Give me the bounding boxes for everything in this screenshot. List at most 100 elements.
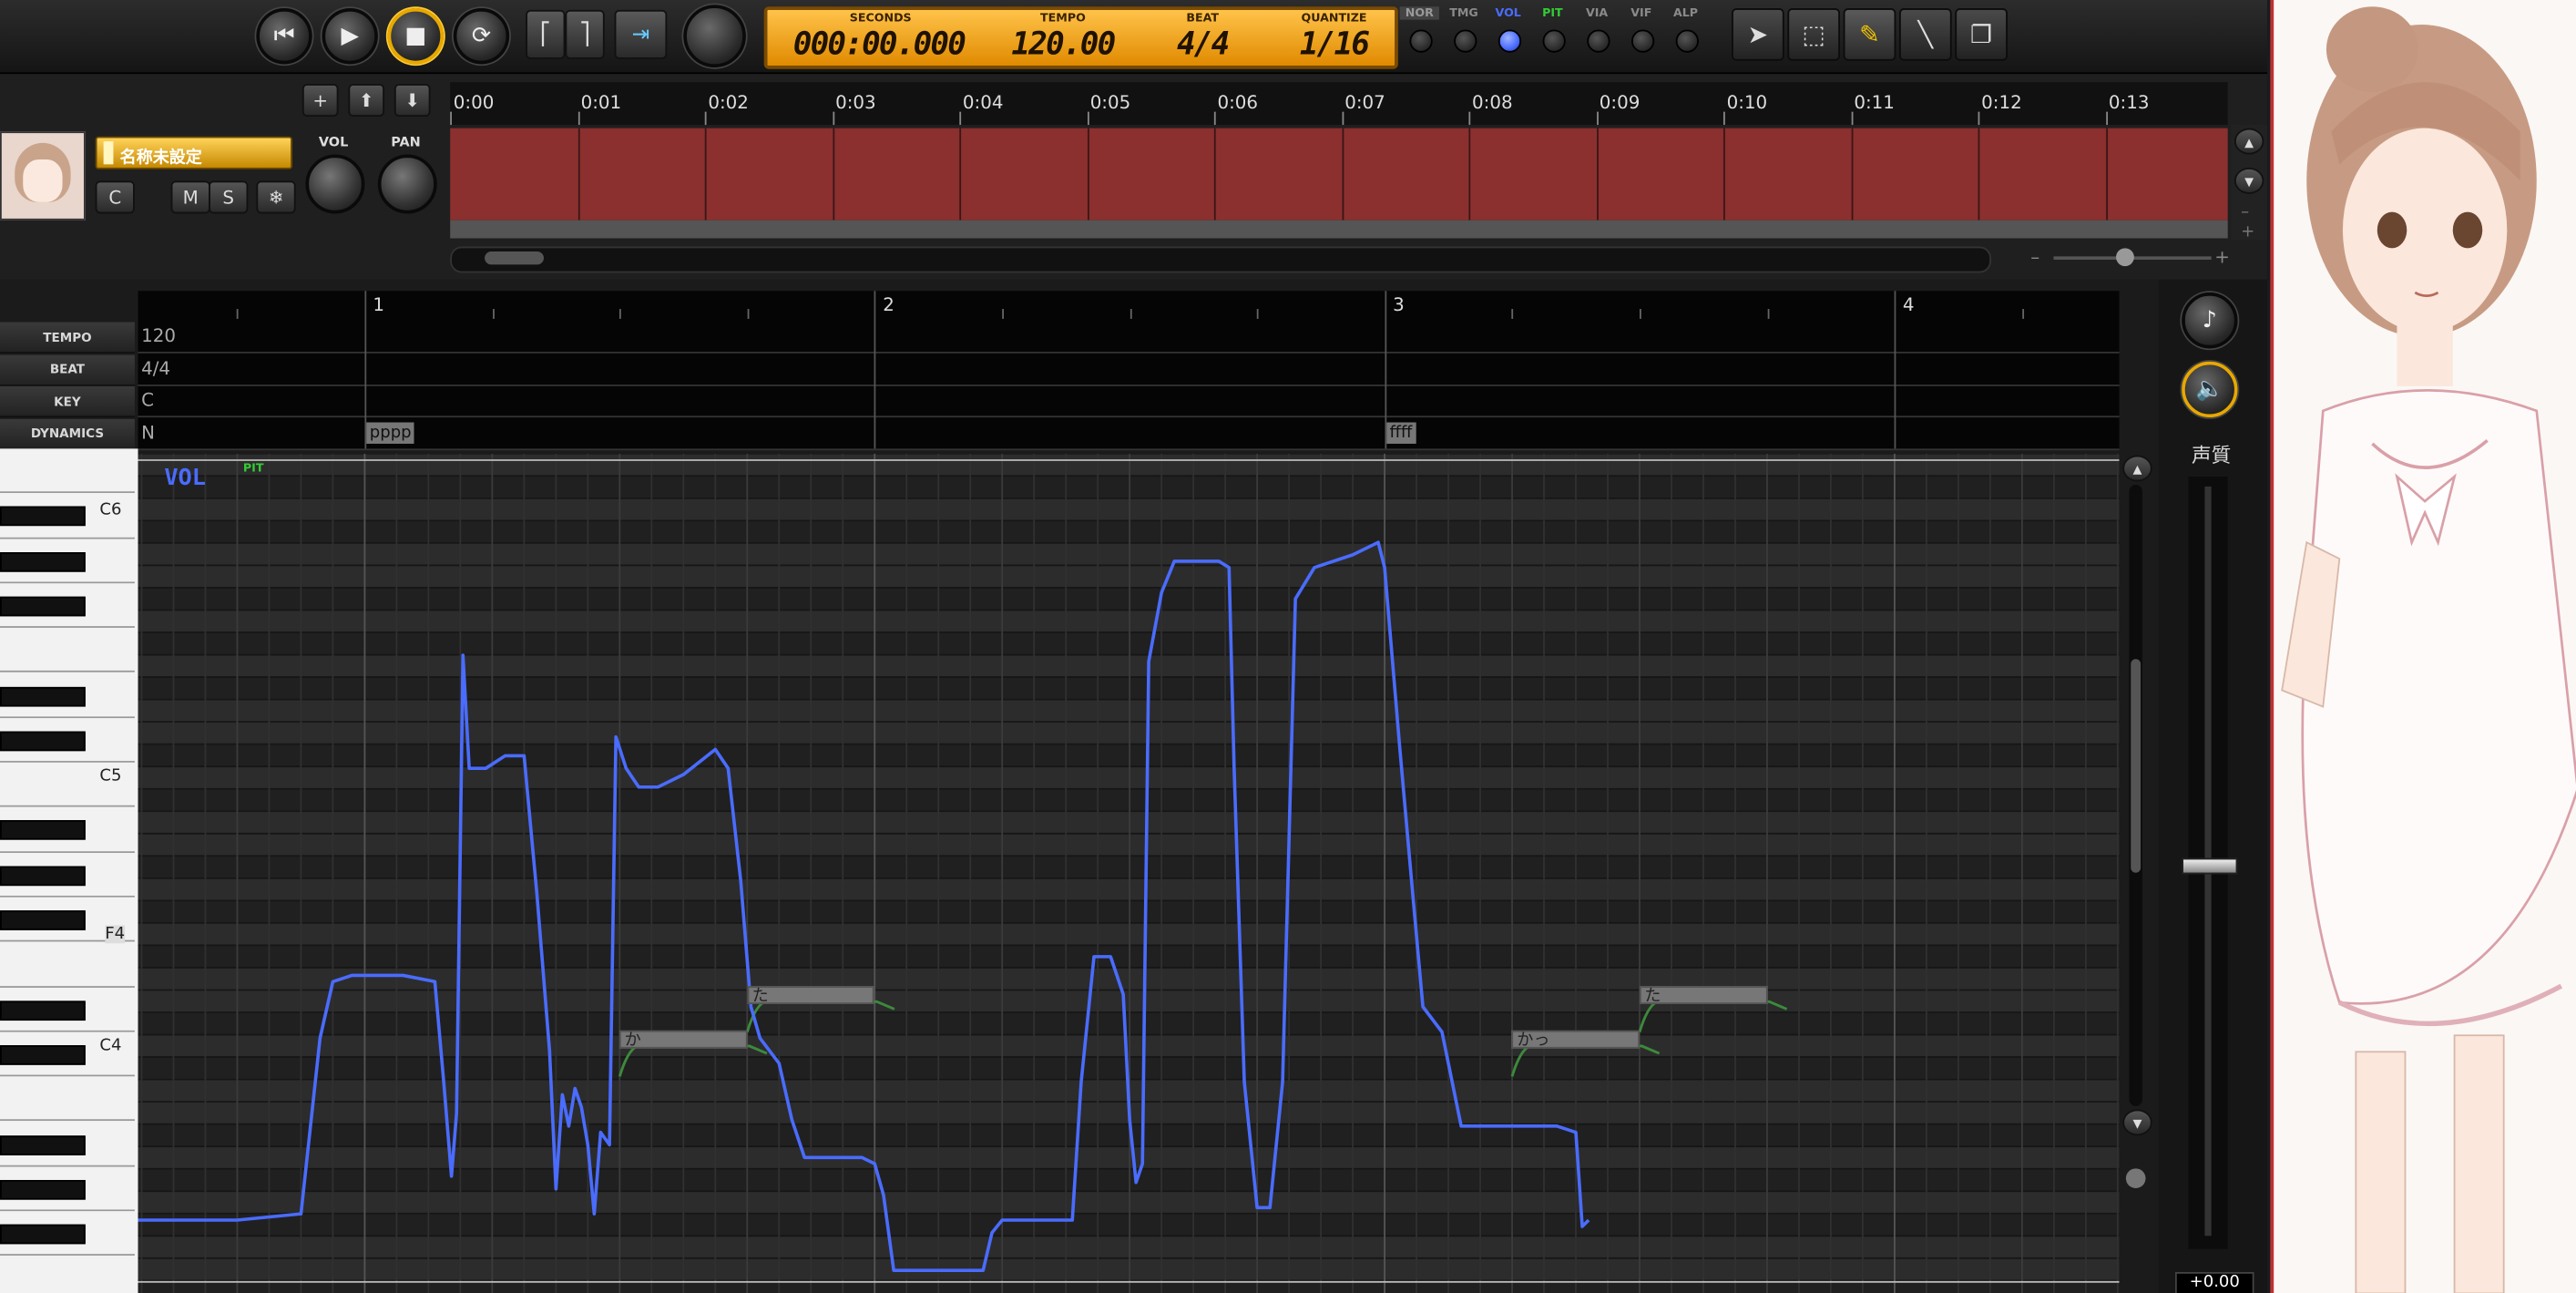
zoom-thumb[interactable] [2116, 248, 2134, 267]
arrow-up-icon: ⬆ [358, 89, 374, 111]
move-track-up-button[interactable]: ⬆ [348, 83, 385, 118]
track-solo-button[interactable]: S [209, 180, 249, 214]
zoom-in-icon[interactable]: + [2241, 223, 2254, 241]
timeline-scroll-thumb[interactable] [485, 251, 544, 265]
param-led-vif[interactable] [1630, 29, 1655, 53]
zoom-out-icon[interactable]: – [2241, 204, 2249, 222]
measure-number: 1 [373, 293, 385, 316]
track-scroll-up-button[interactable]: ▴ [2234, 128, 2264, 155]
ruler-tick [1468, 111, 1471, 126]
loop-end-button[interactable]: ⎤ [565, 9, 605, 59]
param-tab-via[interactable]: VIA [1577, 6, 1616, 19]
loop-button[interactable]: ⟳ [453, 8, 510, 65]
ruler-tick [450, 111, 452, 126]
param-tab-alp[interactable]: ALP [1666, 6, 1705, 19]
black-key[interactable] [0, 1134, 86, 1155]
param-tab-vif[interactable]: VIF [1621, 6, 1661, 19]
move-track-down-button[interactable]: ⬇ [394, 83, 431, 118]
select-tool-button[interactable]: ➤ [1731, 8, 1784, 61]
param-tab-pit[interactable]: PIT [1533, 6, 1572, 19]
track-volume-knob[interactable] [305, 154, 365, 214]
window-tool-button[interactable]: ❐ [1955, 8, 2008, 61]
slider-thumb[interactable] [2182, 857, 2238, 875]
measure-line [1894, 291, 1896, 449]
beat-tick [1639, 309, 1641, 319]
white-key[interactable] [0, 1076, 135, 1122]
piano-keyboard[interactable]: C6 C5 F4 C4 [0, 448, 138, 1293]
black-key[interactable] [0, 1044, 86, 1065]
track-region-block[interactable] [450, 128, 2228, 221]
track-c-label: C [108, 186, 122, 209]
roll-scroll-thumb[interactable] [2131, 659, 2142, 873]
note-block[interactable]: た [1639, 986, 1767, 1006]
note-block[interactable]: た [747, 986, 875, 1006]
dynamics-mark[interactable]: pppp [366, 422, 415, 444]
note-block[interactable]: か [619, 1030, 748, 1051]
param-led-tmg[interactable] [1454, 29, 1477, 53]
param-tab-vol[interactable]: VOL [1488, 6, 1528, 19]
range-select-tool-button[interactable]: ⬚ [1787, 8, 1841, 61]
param-led-nor[interactable] [1409, 29, 1433, 53]
lane-value-beat: 4/4 [141, 357, 171, 379]
add-track-button[interactable]: + [302, 83, 339, 118]
windows-icon: ❐ [1969, 19, 1993, 50]
line-tool-button[interactable]: ╲ [1898, 8, 1952, 61]
white-key[interactable] [0, 628, 135, 673]
vertical-zoom-thumb[interactable] [2125, 1168, 2146, 1189]
pitch-overlay-label: PIT [242, 461, 264, 476]
master-volume-knob[interactable] [683, 5, 746, 67]
roll-scroll-down-button[interactable]: ▾ [2122, 1109, 2152, 1136]
white-key[interactable] [0, 448, 135, 494]
volume-curve-line[interactable] [138, 540, 1590, 1272]
track-mute-button[interactable]: M [170, 180, 210, 214]
play-button[interactable]: ▶ [322, 8, 378, 65]
track-freeze-button[interactable]: ❄ [256, 180, 296, 214]
black-key[interactable] [0, 551, 86, 571]
loop-start-button[interactable]: ⎡ [526, 9, 566, 59]
black-key[interactable] [0, 865, 86, 886]
black-key[interactable] [0, 910, 86, 930]
track-c-button[interactable]: C [95, 180, 135, 214]
black-key[interactable] [0, 1000, 86, 1021]
ruler-label: 0:10 [1726, 92, 1768, 114]
follow-button[interactable]: ⇥ [614, 9, 668, 59]
piano-roll-grid[interactable]: か たかっ た VOL PIT [138, 453, 2120, 1293]
param-led-alp[interactable] [1675, 29, 1699, 53]
voice-parameter-button[interactable]: 🔈 [2182, 361, 2238, 418]
pencil-icon: ✎ [1859, 19, 1880, 50]
white-key[interactable] [0, 941, 135, 988]
black-key[interactable] [0, 1224, 86, 1245]
singer-avatar[interactable] [0, 131, 86, 221]
volume-curve[interactable] [138, 454, 2120, 1293]
black-key[interactable] [0, 1179, 86, 1200]
dynamics-mark[interactable]: ffff [1385, 422, 1416, 444]
pencil-tool-button[interactable]: ✎ [1843, 8, 1896, 61]
roll-scroll-track[interactable] [2129, 485, 2142, 1106]
black-key[interactable] [0, 731, 86, 751]
stop-button[interactable]: ■ [387, 8, 444, 65]
param-led-via[interactable] [1587, 29, 1610, 53]
voice-quality-slider[interactable] [2182, 477, 2238, 1249]
param-tab-tmg[interactable]: TMG [1444, 6, 1483, 19]
black-key[interactable] [0, 507, 86, 527]
track-pan-knob[interactable] [377, 154, 437, 214]
rewind-button[interactable]: ⏮ [256, 8, 312, 65]
black-key[interactable] [0, 596, 86, 617]
timeline-scrollbar[interactable] [450, 246, 1991, 273]
horizontal-zoom-slider[interactable]: – + [2030, 247, 2230, 270]
param-tab-nor[interactable]: NOR [1399, 6, 1439, 20]
note-property-button[interactable]: ♪ [2182, 292, 2238, 349]
track-name-field[interactable]: 名称未設定 [95, 136, 293, 169]
black-key[interactable] [0, 686, 86, 706]
zoom-minus-icon[interactable]: – [2030, 247, 2039, 268]
white-key[interactable] [0, 1256, 135, 1293]
param-led-pit[interactable] [1542, 29, 1566, 53]
roll-scroll-up-button[interactable]: ▴ [2122, 455, 2152, 482]
black-key[interactable] [0, 820, 86, 841]
zoom-plus-icon[interactable]: + [2214, 247, 2230, 268]
param-led-vol[interactable] [1498, 29, 1522, 53]
beat-tick [237, 309, 240, 319]
note-block[interactable]: かっ [1512, 1030, 1640, 1051]
track-scroll-down-button[interactable]: ▾ [2234, 167, 2264, 194]
region-divider [1722, 128, 1725, 221]
